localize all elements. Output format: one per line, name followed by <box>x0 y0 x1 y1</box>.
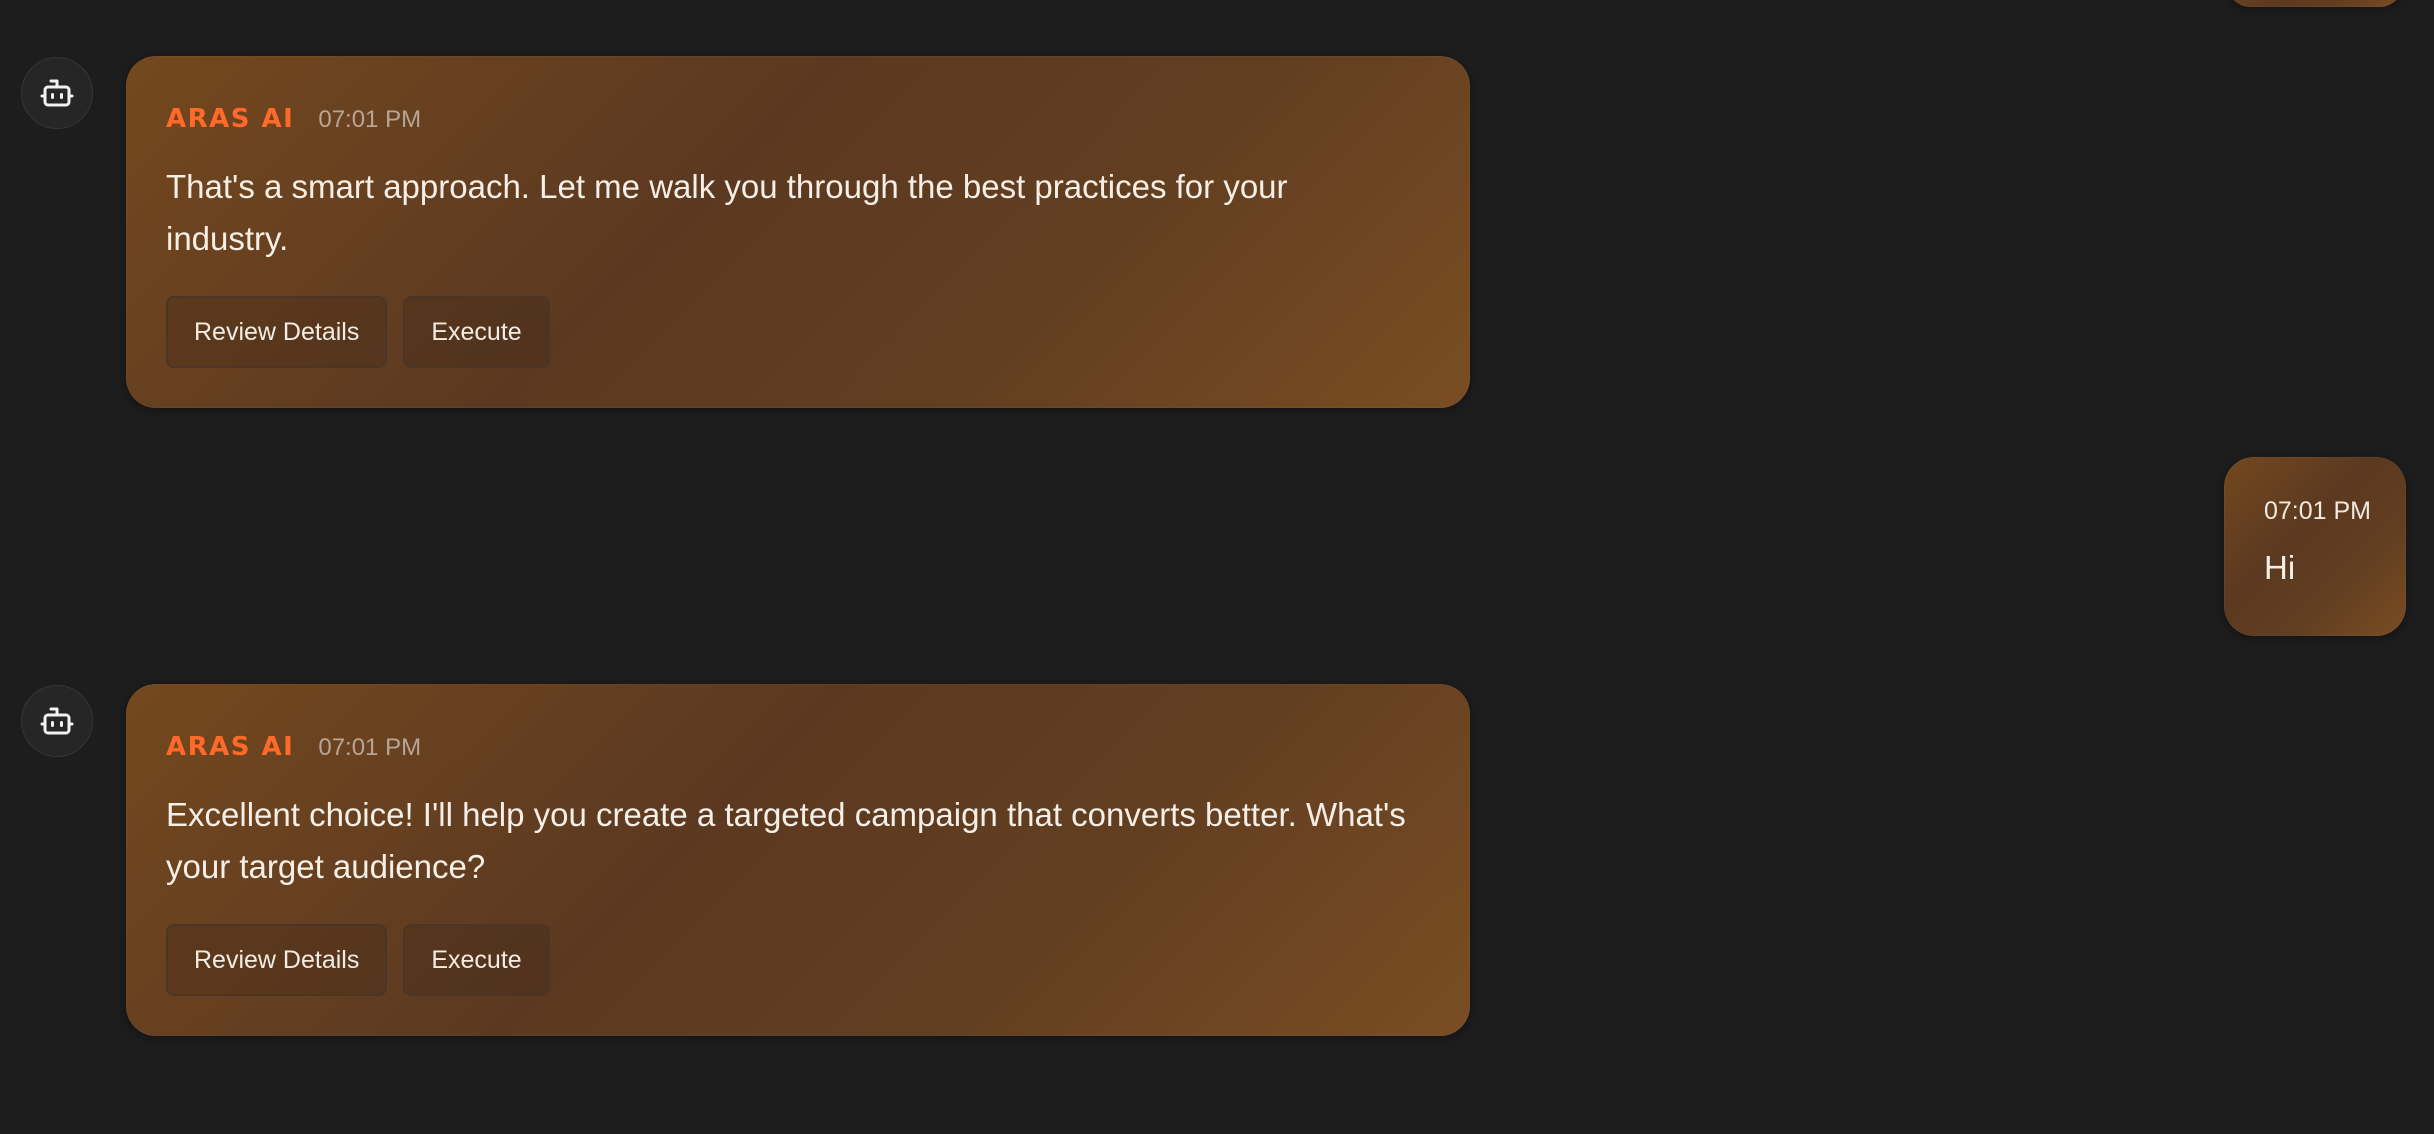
review-details-button[interactable]: Review Details <box>166 924 388 996</box>
review-details-button[interactable]: Review Details <box>166 296 388 368</box>
previous-user-message-edge <box>2227 0 2403 7</box>
assistant-message-bubble: ARAS AI 07:01 PM Excellent choice! I'll … <box>126 684 1470 1036</box>
message-header: ARAS AI 07:01 PM <box>166 104 421 134</box>
message-actions: Review Details Execute <box>166 296 566 368</box>
message-text: Hi <box>2264 549 2296 586</box>
message-timestamp: 07:01 PM <box>318 734 422 761</box>
message-timestamp: 07:01 PM <box>2264 497 2372 525</box>
chat-thread: ARAS AI 07:01 PM That's a smart approach… <box>0 0 2434 1134</box>
assistant-name: ARAS AI <box>166 104 295 134</box>
execute-button[interactable]: Execute <box>403 924 550 996</box>
robot-icon <box>39 75 75 111</box>
robot-icon <box>39 703 75 739</box>
user-message-bubble: 07:01 PM Hi <box>2224 457 2406 636</box>
message-actions: Review Details Execute <box>166 924 566 996</box>
message-timestamp: 07:01 PM <box>318 106 422 133</box>
assistant-message-bubble: ARAS AI 07:01 PM That's a smart approach… <box>126 56 1470 408</box>
assistant-avatar <box>21 685 93 757</box>
assistant-avatar <box>21 57 93 129</box>
execute-button[interactable]: Execute <box>403 296 550 368</box>
assistant-name: ARAS AI <box>166 732 295 762</box>
message-text: Excellent choice! I'll help you create a… <box>166 796 1406 885</box>
message-header: ARAS AI 07:01 PM <box>166 732 421 762</box>
message-text: That's a smart approach. Let me walk you… <box>166 168 1288 257</box>
